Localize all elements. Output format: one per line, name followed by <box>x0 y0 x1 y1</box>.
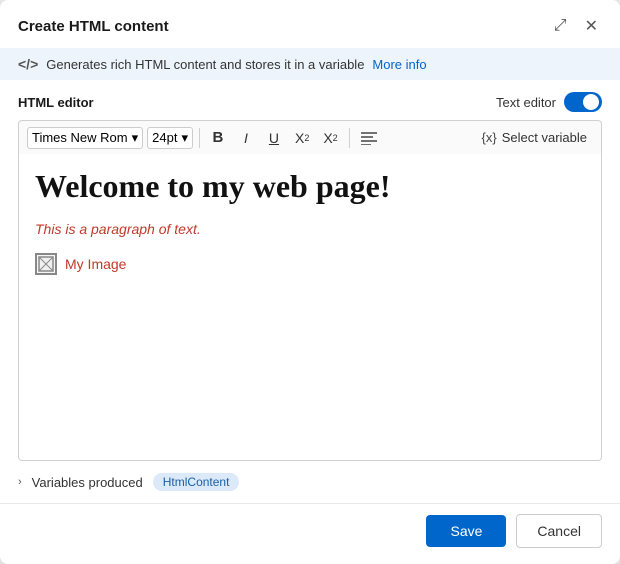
header-icons: ⤢ ✕ <box>550 14 602 38</box>
dialog-header: Create HTML content ⤢ ✕ <box>0 0 620 48</box>
dialog-title: Create HTML content <box>18 18 169 35</box>
align-icon <box>361 131 377 145</box>
dialog-footer: Save Cancel <box>0 503 620 564</box>
subscript-button[interactable]: X2 <box>290 127 314 149</box>
chevron-down-icon-size: ▾ <box>181 130 188 146</box>
variables-chevron-icon: › <box>18 476 22 488</box>
text-editor-toggle-row: Text editor <box>496 92 602 112</box>
content-paragraph: This is a paragraph of text. <box>35 221 585 237</box>
editor-section: HTML editor Text editor Times New Rom ▾ … <box>0 80 620 461</box>
cancel-button[interactable]: Cancel <box>516 514 602 548</box>
toolbar-divider-1 <box>199 128 200 148</box>
content-heading: Welcome to my web page! <box>35 168 585 205</box>
superscript-button[interactable]: X2 <box>318 127 342 149</box>
info-bar: </> Generates rich HTML content and stor… <box>0 48 620 80</box>
toolbar: Times New Rom ▾ 24pt ▾ B I U X2 X2 <box>18 120 602 154</box>
variables-label: Variables produced <box>32 475 143 490</box>
save-button[interactable]: Save <box>426 515 506 547</box>
text-editor-label: Text editor <box>496 95 556 110</box>
image-icon <box>38 256 54 272</box>
close-button[interactable]: ✕ <box>581 14 602 38</box>
select-variable-icon: {x} <box>482 130 497 145</box>
create-html-dialog: Create HTML content ⤢ ✕ </> Generates ri… <box>0 0 620 564</box>
content-image-row: My Image <box>35 253 585 275</box>
expand-button[interactable]: ⤢ <box>550 15 571 37</box>
text-editor-toggle[interactable] <box>564 92 602 112</box>
more-info-link[interactable]: More info <box>372 57 426 72</box>
image-placeholder-icon <box>35 253 57 275</box>
toolbar-divider-2 <box>349 128 350 148</box>
italic-button[interactable]: I <box>234 127 258 149</box>
align-button[interactable] <box>356 128 382 148</box>
code-icon: </> <box>18 56 38 72</box>
info-bar-text: Generates rich HTML content and stores i… <box>46 57 364 72</box>
underline-button[interactable]: U <box>262 127 286 149</box>
chevron-down-icon: ▾ <box>132 130 139 146</box>
font-family-select[interactable]: Times New Rom ▾ <box>27 127 143 149</box>
font-size-select[interactable]: 24pt ▾ <box>147 127 193 149</box>
select-variable-button[interactable]: {x} Select variable <box>476 127 593 148</box>
variables-row[interactable]: › Variables produced HtmlContent <box>0 461 620 503</box>
variable-badge: HtmlContent <box>153 473 240 491</box>
editor-content[interactable]: Welcome to my web page! This is a paragr… <box>18 154 602 461</box>
bold-button[interactable]: B <box>206 126 230 149</box>
image-label: My Image <box>65 256 126 272</box>
editor-label-row: HTML editor Text editor <box>18 92 602 112</box>
html-editor-label: HTML editor <box>18 95 94 110</box>
